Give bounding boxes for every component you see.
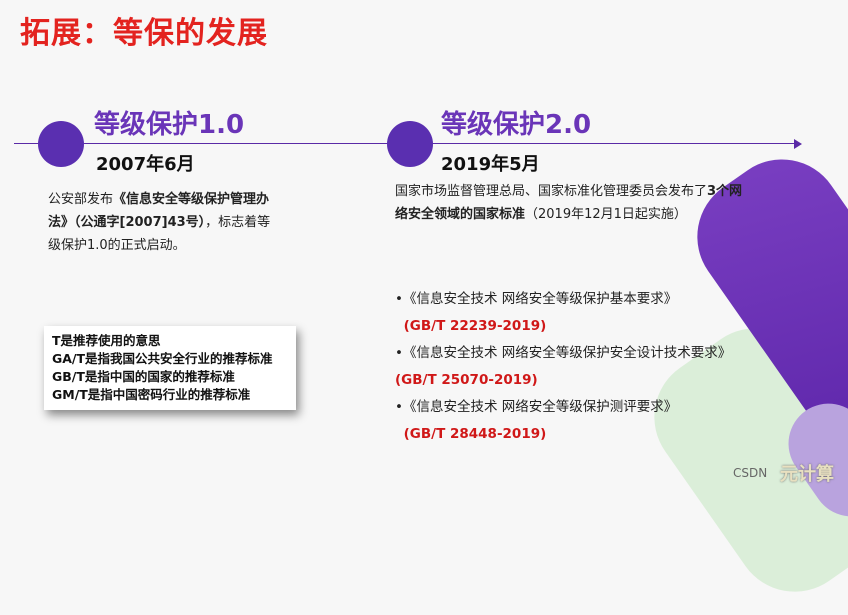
timeline-arrow-icon	[794, 139, 802, 149]
standard-code: (GB/T 22239-2019)	[403, 318, 547, 334]
standard-name: •《信息安全技术 网络安全等级保护测评要求》	[395, 399, 678, 415]
level-2-desc-pre: 国家市场监督管理总局、国家标准化管理委员会发布了	[395, 184, 708, 199]
standard-name: •《信息安全技术 网络安全等级保护安全设计技术要求》	[395, 345, 732, 361]
level-2-date: 2019年5月	[441, 154, 540, 175]
watermark-text: CSDN	[733, 466, 768, 480]
watermark-brand: 元计算	[780, 464, 834, 485]
legend-line: GA/T是指我国公共安全行业的推荐标准	[52, 351, 273, 366]
standard-item: •《信息安全技术 网络安全等级保护测评要求》 (GB/T 28448-2019)	[395, 394, 755, 448]
level-1-date: 2007年6月	[96, 154, 195, 175]
level-2-desc-post: （2019年12月1日起实施）	[525, 207, 687, 222]
level-1-description: 公安部发布《信息安全等级保护管理办法》（公通字[2007]43号），标志着等级保…	[48, 188, 278, 257]
legend-line: GB/T是指中国的国家的推荐标准	[52, 369, 235, 384]
legend-line: GM/T是指中国密码行业的推荐标准	[52, 387, 251, 402]
legend-box: T是推荐使用的意思 GA/T是指我国公共安全行业的推荐标准 GB/T是指中国的国…	[44, 326, 296, 410]
standards-list: •《信息安全技术 网络安全等级保护基本要求》 (GB/T 22239-2019)…	[395, 286, 755, 448]
level-2-heading: 等级保护2.0	[441, 110, 592, 140]
timeline-node-1	[38, 121, 84, 167]
level-1-heading: 等级保护1.0	[94, 110, 245, 140]
standard-item: •《信息安全技术 网络安全等级保护安全设计技术要求》 (GB/T 25070-2…	[395, 340, 755, 394]
level-2-description: 国家市场监督管理总局、国家标准化管理委员会发布了3个网络安全领域的国家标准（20…	[395, 180, 750, 226]
legend-line: T是推荐使用的意思	[52, 333, 161, 348]
standard-item: •《信息安全技术 网络安全等级保护基本要求》 (GB/T 22239-2019)	[395, 286, 755, 340]
timeline-node-2	[387, 121, 433, 167]
standard-name: •《信息安全技术 网络安全等级保护基本要求》	[395, 291, 678, 307]
standard-code: (GB/T 28448-2019)	[403, 426, 547, 442]
level-1-desc-pre: 公安部发布	[48, 192, 114, 207]
standard-code: (GB/T 25070-2019)	[395, 372, 538, 388]
slide-title: 拓展：等保的发展	[20, 16, 268, 51]
